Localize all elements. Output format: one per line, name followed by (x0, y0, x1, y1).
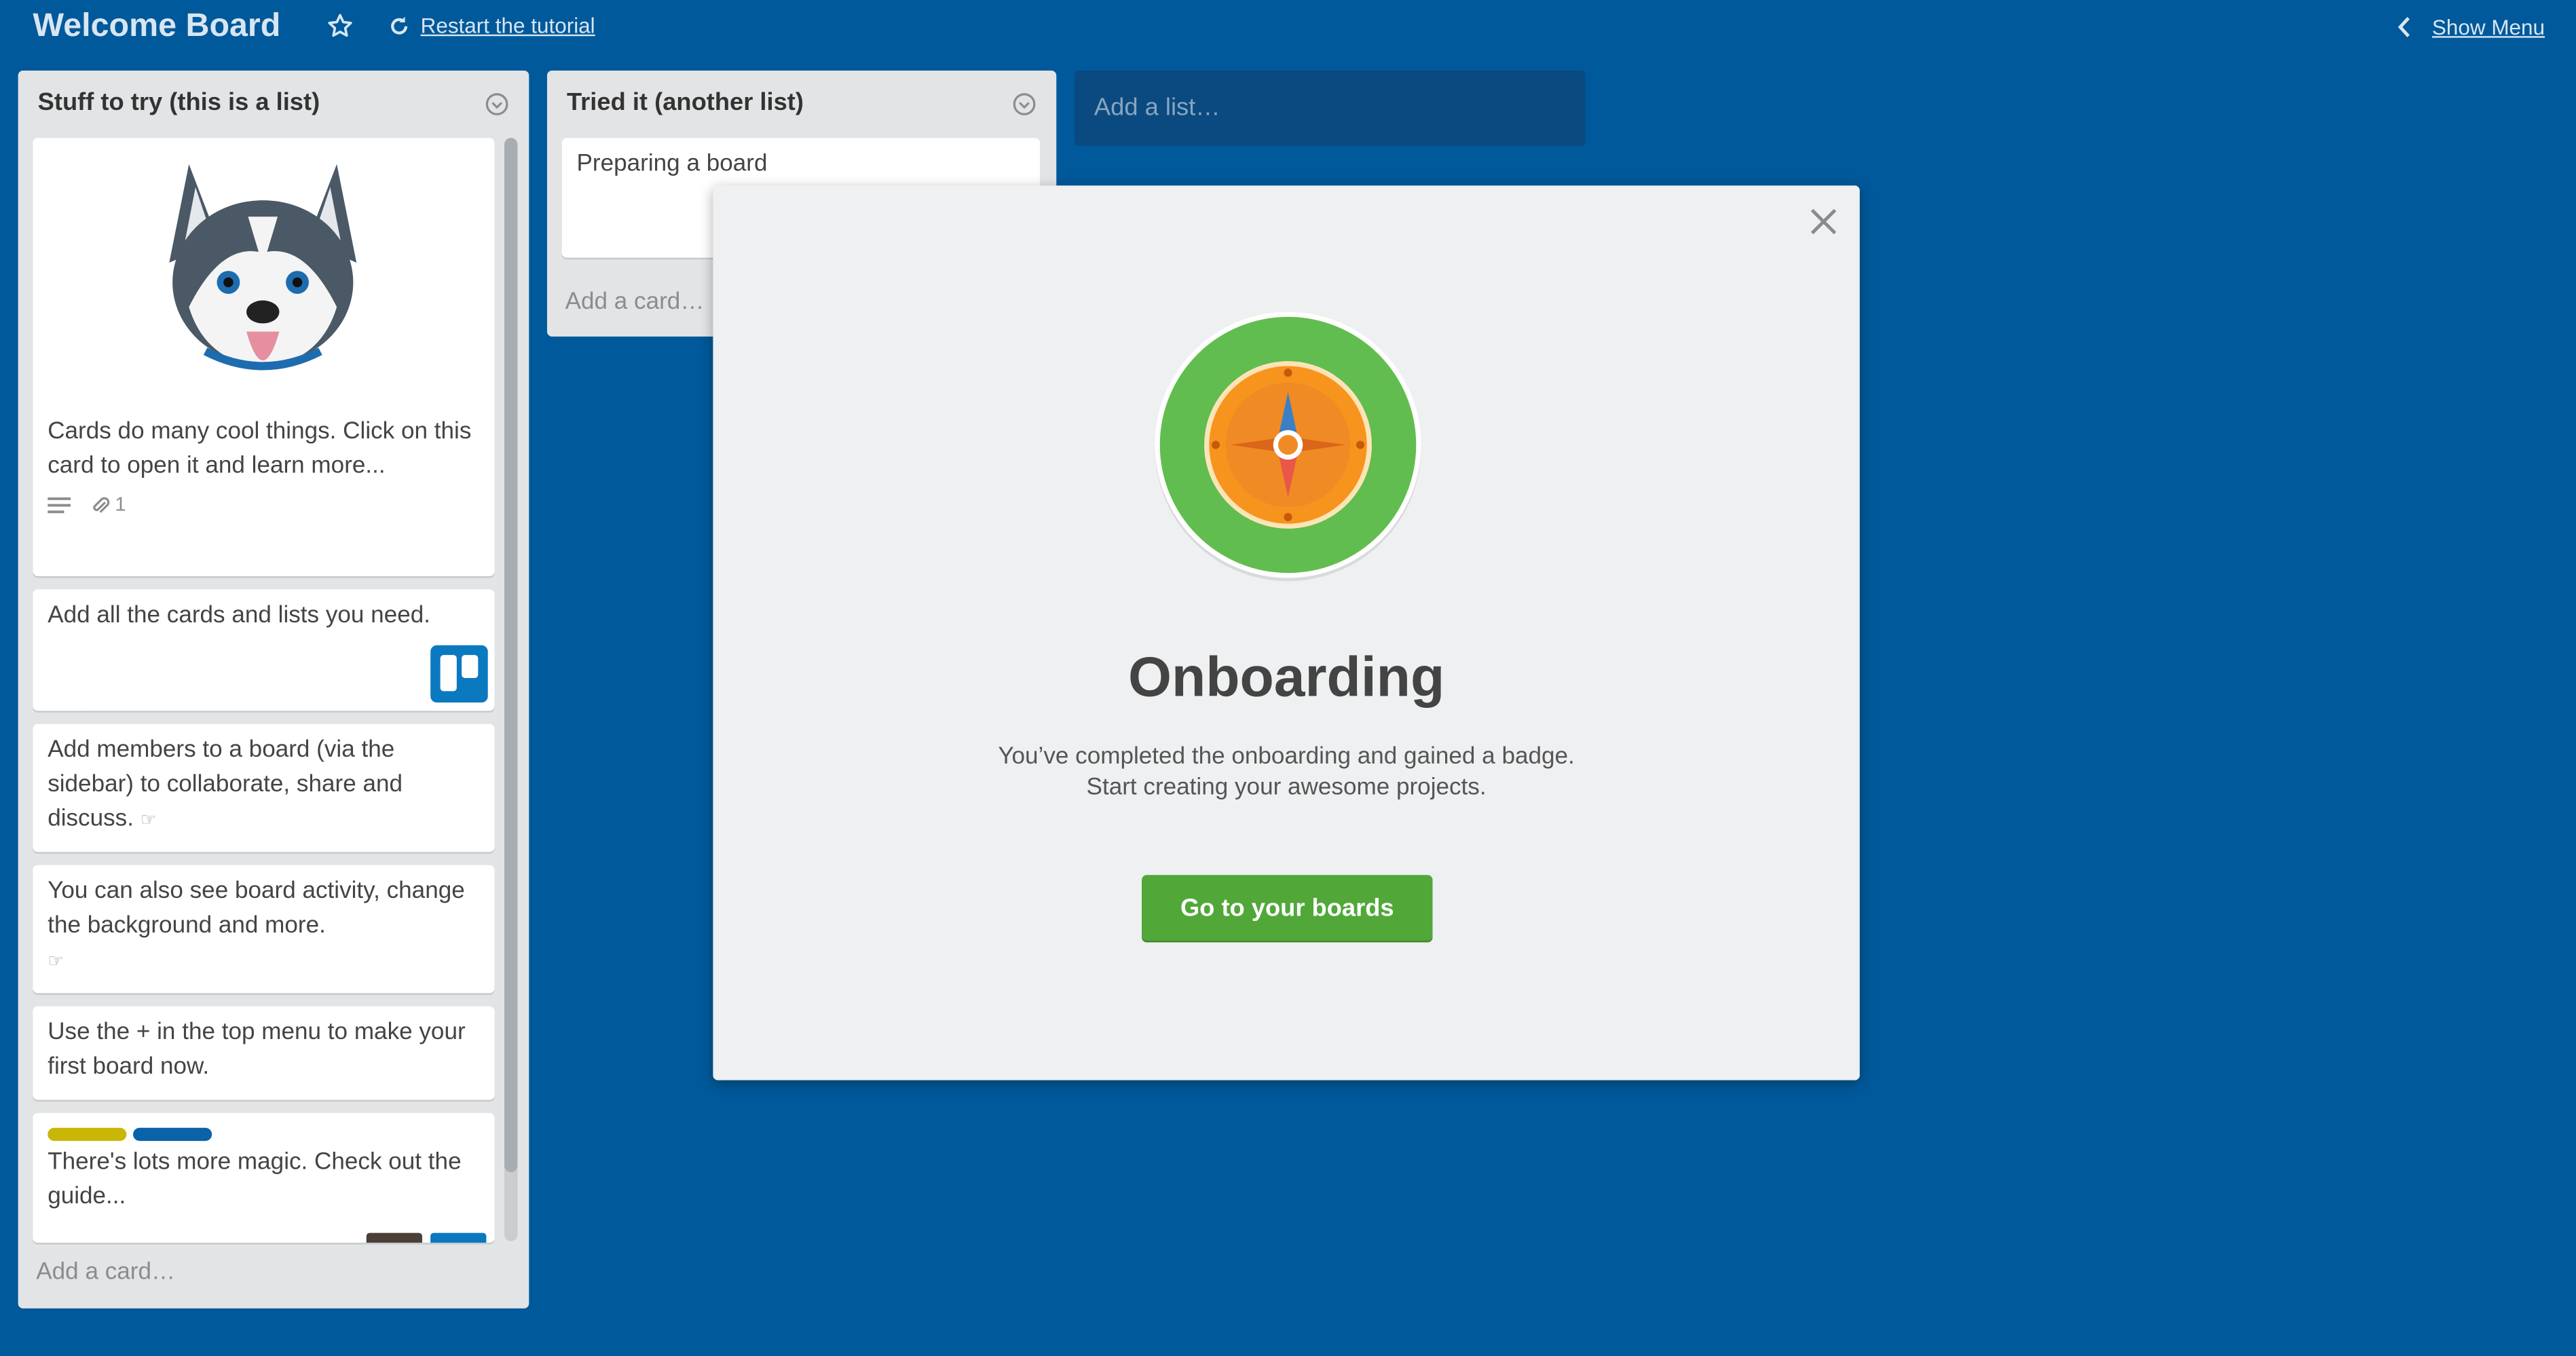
card-board-activity[interactable]: You can also see board activity, change … (33, 865, 495, 994)
list-stuff-to-try: Stuff to try (this is a list) Cards do m… (18, 71, 529, 1308)
board-header: Welcome Board Restart the tutorial Show … (0, 0, 2576, 56)
card-text: There's lots more magic. Check out the g… (48, 1149, 462, 1210)
pointing-hand-icon: ☞ (48, 952, 64, 972)
trello-logo-icon (430, 1232, 487, 1243)
card-more-magic[interactable]: There's lots more magic. Check out the g… (33, 1113, 495, 1243)
husky-mascot-icon (169, 164, 357, 371)
card-text: Use the + in the top menu to make your f… (48, 1019, 466, 1080)
list-header: Tried it (another list) (547, 71, 1056, 136)
refresh-icon (391, 16, 408, 34)
modal-message-line2: Start creating your awesome projects. (1086, 774, 1487, 802)
show-menu-link[interactable]: Show Menu (2397, 15, 2545, 39)
board-title[interactable]: Welcome Board (33, 8, 280, 46)
pointing-hand-icon: ☞ (140, 810, 157, 831)
card-text: Cards do many cool things. Click on this… (48, 418, 472, 480)
card-add-members[interactable]: Add members to a board (via the sidebar)… (33, 723, 495, 852)
list-title[interactable]: Stuff to try (this is a list) (38, 89, 320, 117)
add-card-button[interactable]: Add a card… (565, 289, 705, 316)
card-first-board[interactable]: Use the + in the top menu to make your f… (33, 1006, 495, 1100)
label-yellow (48, 1127, 127, 1142)
paperclip-icon (93, 496, 110, 512)
card-cover-husky (33, 138, 494, 409)
card-text: Preparing a board (576, 151, 768, 178)
card-add-cards[interactable]: Add all the cards and lists you need. (33, 589, 495, 711)
restart-tutorial-link[interactable]: Restart the tutorial (388, 13, 595, 38)
restart-tutorial-label: Restart the tutorial (420, 13, 595, 38)
list-menu-icon[interactable] (485, 92, 509, 116)
card-text: Add all the cards and lists you need. (48, 602, 431, 629)
description-badge (48, 495, 71, 514)
card-badges: 1 (48, 487, 480, 522)
trello-logo-icon (430, 645, 488, 703)
chevron-left-icon (2398, 16, 2410, 37)
description-icon (48, 496, 71, 512)
onboarding-modal: Onboarding You’ve completed the onboardi… (713, 185, 1860, 1080)
modal-message-line1: You’ve completed the onboarding and gain… (998, 743, 1575, 770)
compass-icon (1155, 312, 1421, 582)
list-menu-icon[interactable] (1012, 92, 1037, 116)
card-labels (48, 1127, 480, 1142)
avatar (366, 1232, 423, 1243)
attachment-count: 1 (115, 492, 126, 516)
add-list-input[interactable]: Add a list… (1074, 71, 1586, 147)
close-icon[interactable] (1807, 205, 1840, 238)
list-title[interactable]: Tried it (another list) (567, 89, 804, 117)
card-intro[interactable]: Cards do many cool things. Click on this… (33, 138, 495, 577)
modal-title: Onboarding (1127, 647, 1445, 709)
scroll-thumb[interactable] (504, 138, 518, 1173)
label-blue (133, 1127, 212, 1142)
attachment-badge: 1 (90, 487, 126, 522)
go-to-boards-button[interactable]: Go to your boards (1142, 875, 1433, 941)
star-icon[interactable] (325, 12, 355, 41)
list-header: Stuff to try (this is a list) (18, 71, 529, 136)
modal-message: You’ve completed the onboarding and gain… (713, 742, 1859, 804)
card-text: You can also see board activity, change … (48, 878, 465, 939)
list-scrollbar[interactable] (504, 138, 518, 1241)
card-text: Add members to a board (via the sidebar)… (48, 737, 403, 833)
show-menu-label: Show Menu (2431, 14, 2545, 40)
add-card-button[interactable]: Add a card… (36, 1259, 175, 1285)
